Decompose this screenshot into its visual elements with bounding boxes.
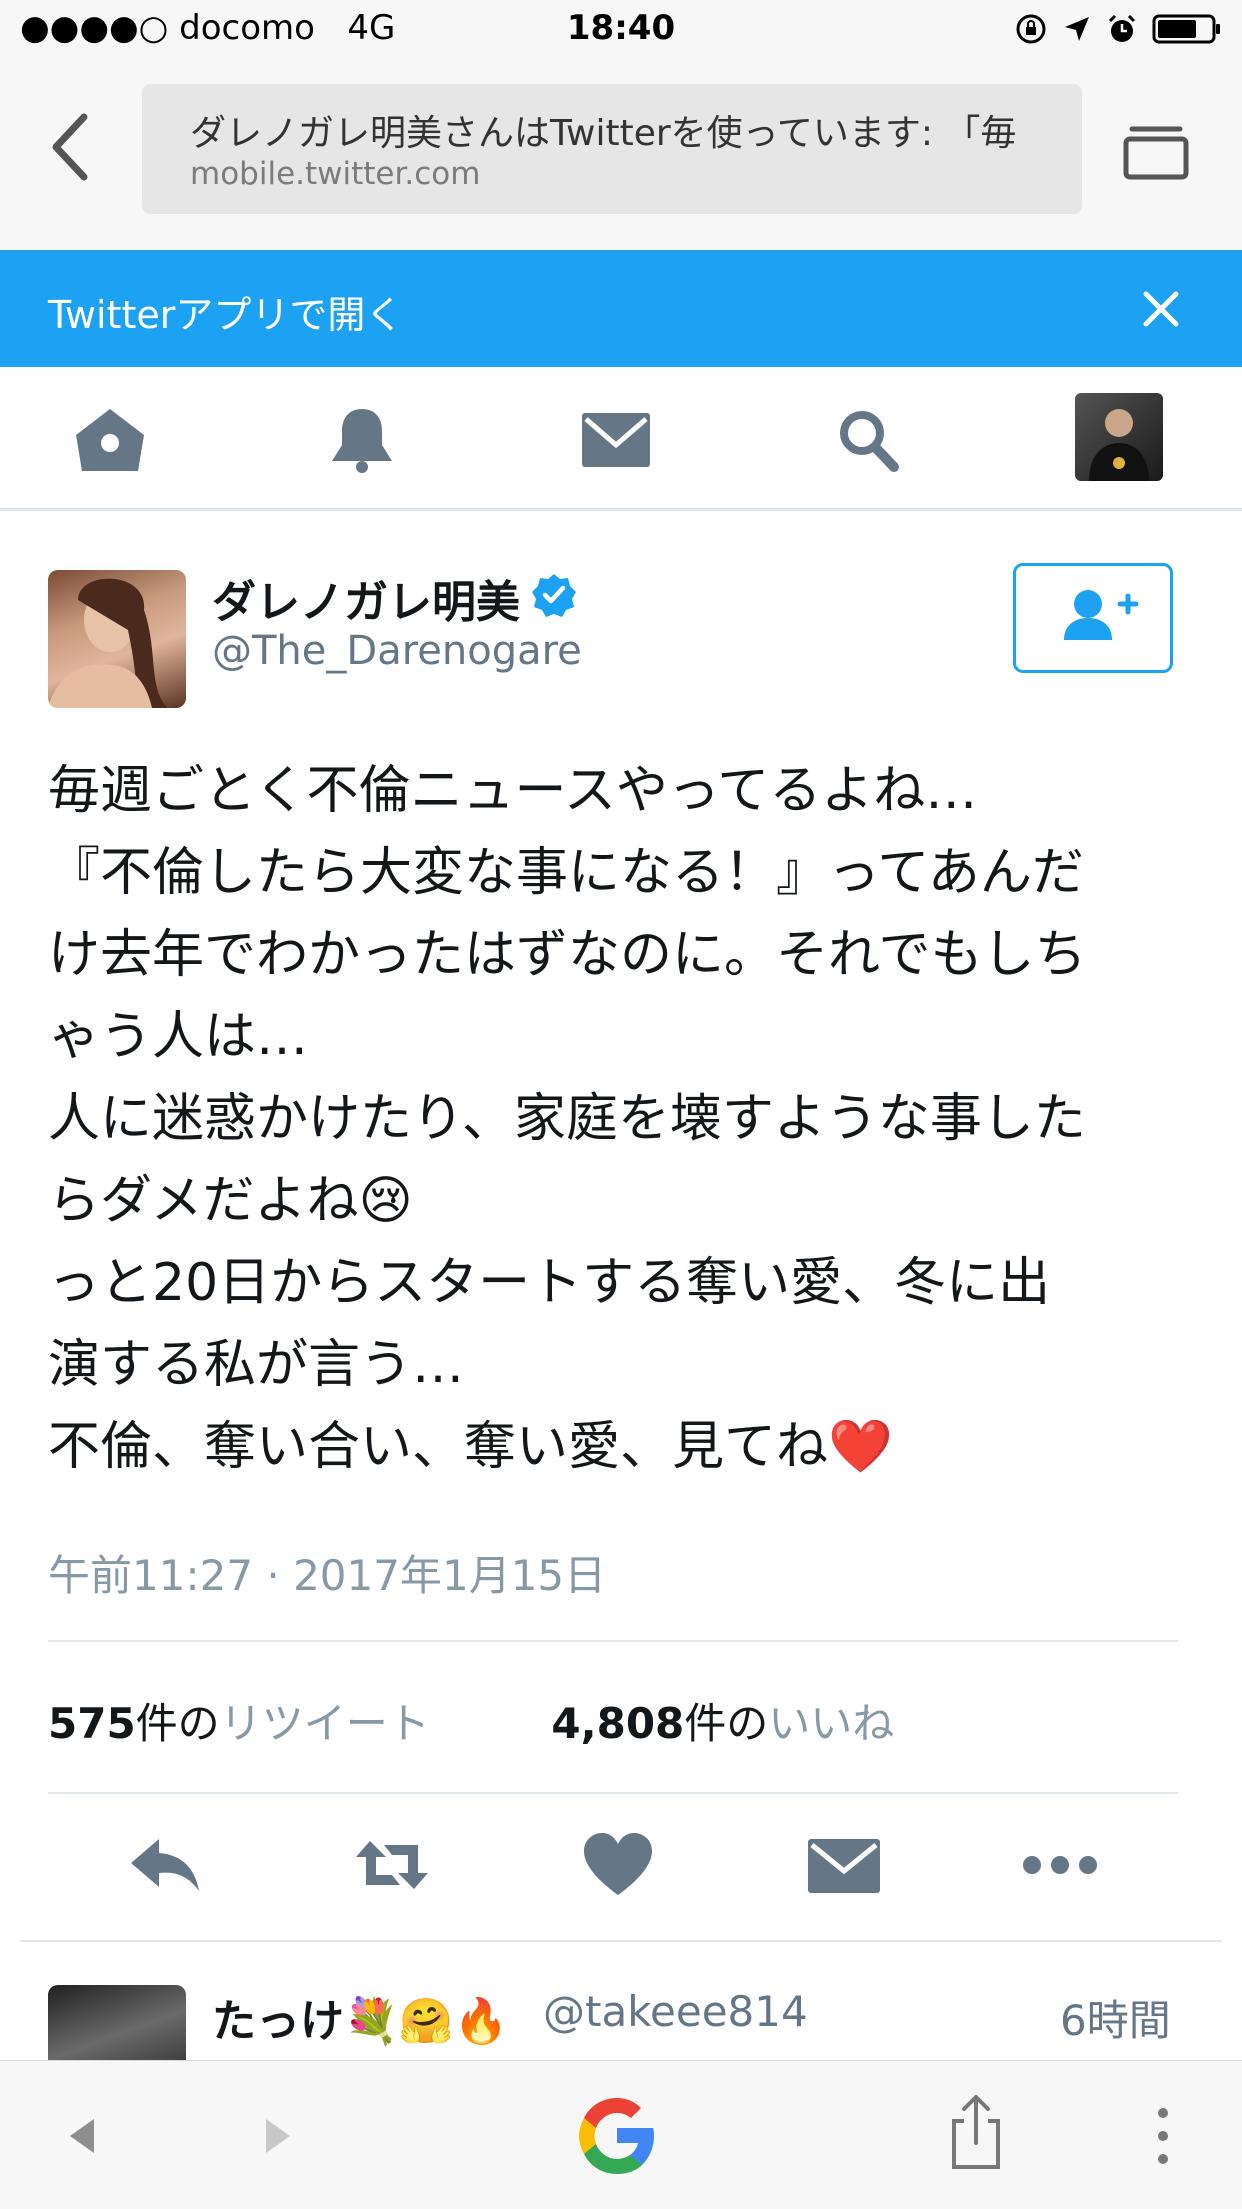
divider [48, 1640, 1178, 1642]
verified-badge-icon [532, 574, 576, 617]
open-in-app-label: Twitterアプリで開く [48, 293, 404, 337]
author-handle[interactable]: @The_Darenogare [212, 628, 582, 674]
alarm-icon [1108, 14, 1136, 42]
retweet-count: 575 [48, 1699, 136, 1748]
divider [48, 1792, 1178, 1794]
more-options-icon[interactable] [1020, 1825, 1100, 1905]
notifications-icon[interactable] [324, 405, 400, 475]
browser-back-button[interactable] [40, 107, 100, 187]
close-icon[interactable] [1136, 284, 1186, 334]
browser-forward-arrow-icon[interactable] [258, 2099, 298, 2173]
tweet-text: 毎週ごとく不倫ニュースやってるよね… 『不倫したら大変な事になる！』ってあんだ … [48, 750, 1198, 1488]
tweet-text-line: 毎週ごとく不倫ニュースやってるよね… [48, 761, 978, 821]
reply-author-name[interactable]: たっけ💐🤗🔥 [212, 1985, 508, 2049]
tweet-text-line: っと20日からスタートする奪い愛、冬に出 [48, 1253, 1051, 1313]
messages-icon[interactable] [578, 405, 654, 475]
tweet-text-line: 『不倫したら大変な事になる！』ってあんだ [48, 843, 1084, 903]
status-icons [1014, 12, 1222, 46]
like-stat[interactable]: 4,808件のいいね [551, 1699, 894, 1748]
more-menu-icon[interactable] [1148, 2099, 1178, 2173]
add-user-icon [1064, 590, 1139, 640]
tweet-text-line: 演する私が言う… [48, 1335, 465, 1395]
author-name[interactable]: ダレノガレ明美 [212, 566, 520, 630]
like-unit: 件の [684, 1699, 769, 1748]
divider [20, 1940, 1222, 1942]
tweet-text-line: ゃう人は… [48, 1007, 309, 1067]
page-url: mobile.twitter.com [190, 156, 481, 192]
page-title: ダレノガレ明美さんはTwitterを使っています: 「毎 [190, 113, 1017, 154]
tweet-timestamp[interactable]: 午前11:27 · 2017年1月15日 [48, 1542, 606, 1603]
like-count: 4,808 [551, 1699, 685, 1748]
address-bar[interactable]: ダレノガレ明美さんはTwitterを使っています: 「毎 mobile.twit… [142, 84, 1082, 214]
browser-bar: ダレノガレ明美さんはTwitterを使っています: 「毎 mobile.twit… [0, 62, 1242, 250]
browser-back-arrow-icon[interactable] [62, 2099, 102, 2173]
like-icon[interactable] [578, 1825, 658, 1905]
profile-avatar[interactable] [1075, 393, 1163, 481]
reply-icon[interactable] [125, 1825, 205, 1905]
retweet-label: リツイート [219, 1699, 430, 1748]
tweet-text-line: 不倫、奪い合い、奪い愛、見てね❤️ [48, 1417, 893, 1477]
rotation-lock-icon [1016, 14, 1046, 44]
tweet-stats: 575件のリツイート 4,808件のいいね [48, 1690, 894, 1751]
retweet-stat[interactable]: 575件のリツイート [48, 1699, 430, 1748]
tweet-text-line: け去年でわかったはずなのに。それでもしち [48, 925, 1087, 985]
author-avatar[interactable] [48, 570, 186, 708]
search-icon[interactable] [832, 405, 908, 475]
reply-author-handle[interactable]: @takeee814 [543, 1987, 808, 2036]
tweet-text-line: らダメだよね😢 [48, 1171, 413, 1231]
reply-time: 6時間 [1060, 1996, 1171, 2045]
tweet-text-line: 人に迷惑かけたり、家庭を壊すような事した [48, 1089, 1086, 1149]
google-logo-icon[interactable] [570, 2089, 664, 2183]
retweet-unit: 件の [135, 1699, 220, 1748]
open-in-app-banner[interactable]: Twitterアプリで開く [0, 250, 1242, 367]
twitter-nav [0, 367, 1242, 511]
status-bar: ●●●●○ docomo 4G 18:40 [0, 0, 1242, 62]
direct-message-icon[interactable] [804, 1825, 884, 1905]
location-arrow-icon [1065, 17, 1089, 41]
follow-button[interactable] [1013, 563, 1173, 673]
browser-toolbar [0, 2060, 1242, 2209]
battery-icon [1152, 14, 1220, 44]
like-label: いいね [768, 1699, 895, 1748]
retweet-icon[interactable] [352, 1825, 432, 1905]
home-icon[interactable] [72, 405, 148, 475]
share-icon[interactable] [946, 2093, 1006, 2173]
tabs-button[interactable] [1120, 117, 1192, 182]
